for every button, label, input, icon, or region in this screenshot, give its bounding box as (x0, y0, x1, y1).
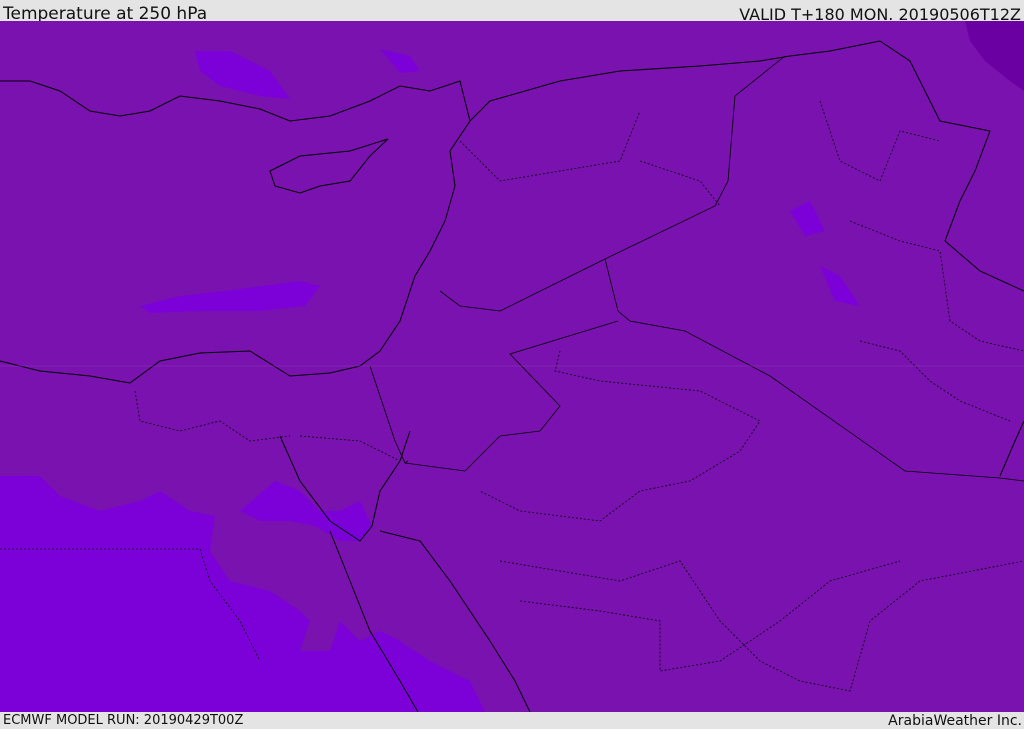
model-run: ECMWF MODEL RUN: 20190429T00Z (3, 713, 244, 728)
credit-text: ArabiaWeather Inc. (888, 713, 1022, 729)
temperature-map (0, 21, 1024, 712)
